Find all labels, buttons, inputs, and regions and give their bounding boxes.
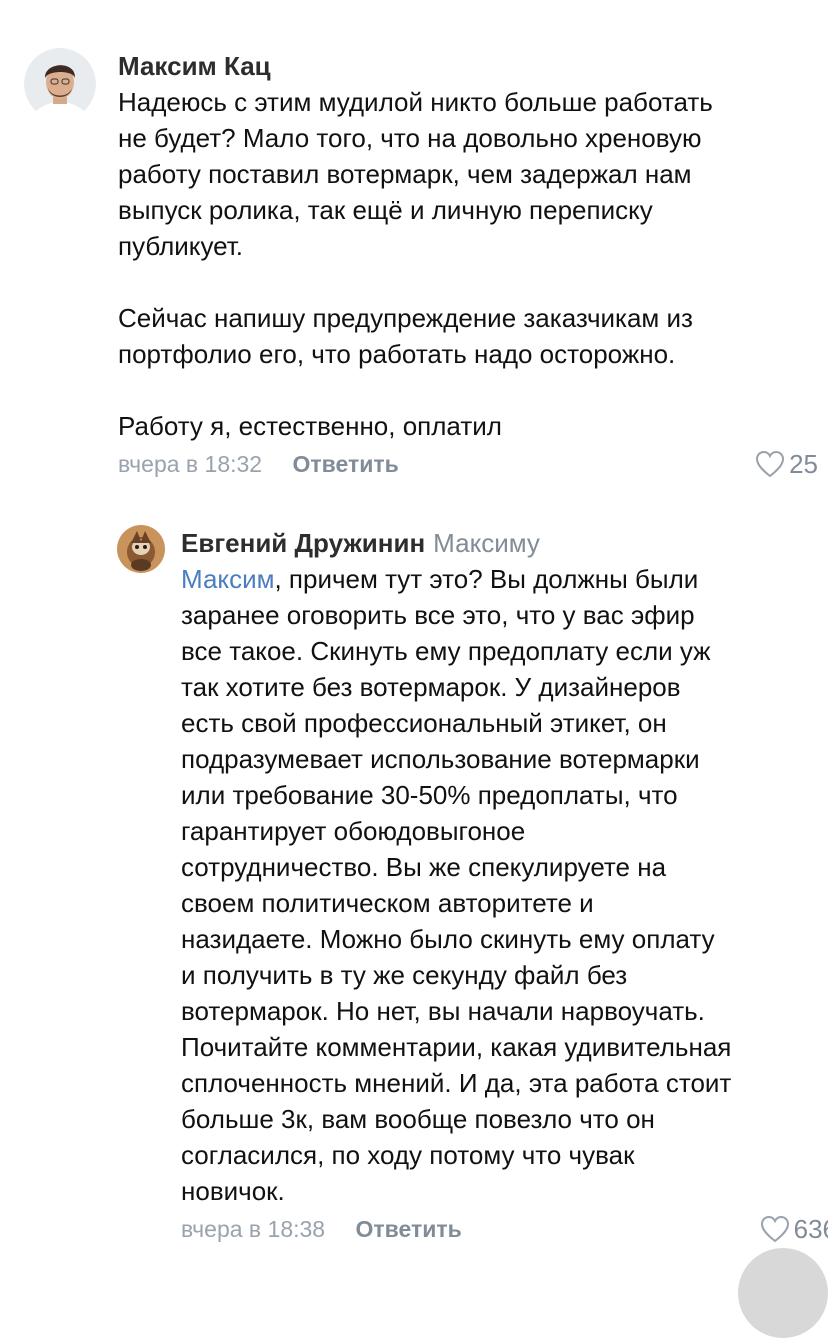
reply-button[interactable]: Ответить	[356, 1211, 462, 1247]
comment-date: вчера в 18:32	[118, 451, 263, 477]
comment-paragraph: Максим, причем тут это? Вы должны были з…	[181, 561, 817, 1209]
comment-meta: вчера в 18:38 Ответить 636	[181, 1211, 828, 1247]
avatar[interactable]	[738, 1248, 828, 1338]
comment-paragraph: Надеюсь с этим мудилой никто больше рабо…	[118, 87, 713, 261]
avatar-image	[117, 525, 165, 573]
like-button[interactable]: 636	[760, 1211, 828, 1247]
comment-paragraph: Работу я, естественно, оплатил	[118, 411, 502, 441]
author-name[interactable]: Максим Кац	[118, 51, 271, 81]
author-line: Максим Кац	[118, 48, 808, 84]
avatar-image	[24, 48, 96, 120]
reply-button[interactable]: Ответить	[293, 446, 399, 482]
author-name[interactable]: Евгений Дружинин	[181, 528, 425, 558]
author-line: Евгений Дружинин Максиму	[181, 525, 817, 561]
comment-body: Евгений Дружинин Максиму Максим, причем т…	[181, 525, 828, 1247]
comment-text: Максим, причем тут это? Вы должны были з…	[181, 561, 817, 1209]
comment-date: вчера в 18:38	[181, 1216, 326, 1242]
like-count: 25	[789, 449, 818, 479]
comment-meta: вчера в 18:32 Ответить 25	[118, 446, 818, 482]
avatar[interactable]	[117, 525, 165, 573]
heart-outline-icon	[760, 1215, 789, 1243]
comment-text: Надеюсь с этим мудилой никто больше рабо…	[118, 84, 808, 444]
like-button[interactable]: 25	[755, 446, 818, 482]
mention-link[interactable]: Максим	[181, 564, 274, 594]
like-count: 636	[793, 1214, 828, 1244]
heart-outline-icon	[756, 450, 785, 478]
reply-to-label[interactable]: Максиму	[433, 528, 540, 558]
avatar[interactable]	[24, 48, 96, 120]
comment-paragraph: Сейчас напишу предупреждение заказчикам …	[118, 303, 693, 369]
comment-body: Максим Кац Надеюсь с этим мудилой никто …	[118, 48, 818, 482]
comment-text-content: , причем тут это? Вы должны были заранее…	[181, 564, 732, 1206]
